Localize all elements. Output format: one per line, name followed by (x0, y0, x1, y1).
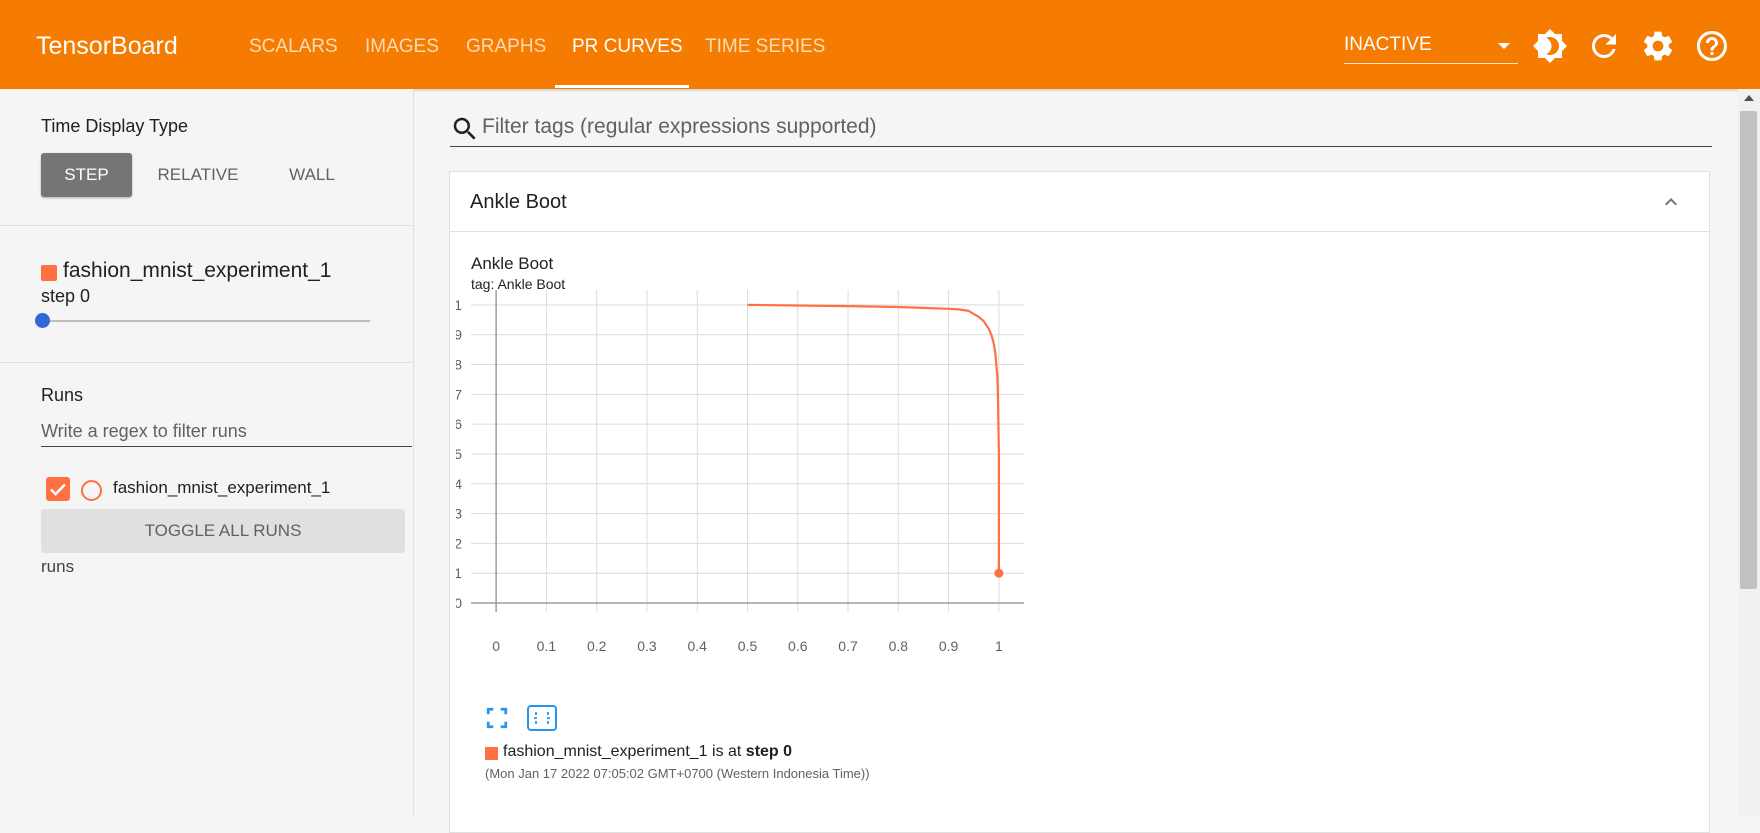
x-tick-label: 0.4 (687, 638, 707, 654)
card-title: Ankle Boot (470, 191, 567, 213)
inactive-plugin-select[interactable]: INACTIVE (1344, 30, 1518, 64)
run-checkbox[interactable] (46, 477, 70, 501)
tab-graphs[interactable]: GRAPHS (466, 0, 546, 89)
pr-curve-chart[interactable]: 0 0.1 0.2 0.3 0.4 0.5 0.6 0.7 0.8 0.9 1 0 0.1 0.2 0.3 0… (456, 290, 1156, 700)
tab-time-series[interactable]: TIME SERIES (705, 0, 825, 89)
scroll-thumb[interactable] (1740, 111, 1757, 589)
y-tick-label: 0.7 (456, 386, 462, 402)
legend-timestamp: (Mon Jan 17 2022 07:05:02 GMT+0700 (West… (485, 766, 870, 781)
run-label: fashion_mnist_experiment_1 (113, 478, 331, 497)
step-slider-track[interactable] (43, 320, 370, 322)
refresh-icon[interactable] (1586, 28, 1622, 64)
x-tick-label: 0.1 (537, 638, 557, 654)
settings-icon[interactable] (1640, 28, 1676, 64)
x-tick-label: 0.7 (838, 638, 858, 654)
x-tick-label: 0.5 (738, 638, 758, 654)
time-relative-button[interactable]: RELATIVE (150, 153, 246, 197)
legend-step: step 0 (745, 743, 793, 760)
step-slider-thumb[interactable] (35, 313, 50, 328)
app-title: TensorBoard (36, 32, 178, 60)
y-tick-label: 0.6 (456, 416, 462, 432)
run-color-swatch (41, 265, 57, 281)
x-tick-label: 0.3 (637, 638, 657, 654)
run-name-title: fashion_mnist_experiment_1 (63, 259, 332, 282)
sidebar: Time Display Type STEP RELATIVE WALL fas… (0, 89, 414, 817)
fullscreen-icon[interactable] (482, 703, 512, 733)
divider (0, 362, 413, 363)
time-wall-button[interactable]: WALL (270, 153, 354, 197)
current-step-point (994, 568, 1004, 578)
runs-caption: runs (41, 557, 75, 576)
chevron-up-icon[interactable] (1659, 190, 1683, 214)
x-tick-label: 0 (492, 638, 500, 654)
toggle-all-runs-button[interactable]: TOGGLE ALL RUNS (41, 509, 405, 553)
divider (0, 225, 413, 226)
y-tick-label: 0.4 (456, 476, 462, 492)
tab-scalars[interactable]: SCALARS (249, 0, 338, 89)
x-tick-label: 1 (995, 638, 1003, 654)
tab-images[interactable]: IMAGES (365, 0, 439, 89)
time-step-button[interactable]: STEP (41, 153, 132, 197)
y-tick-label: 0.1 (456, 565, 462, 581)
legend-swatch (485, 747, 498, 760)
chart-title: Ankle Boot (471, 254, 554, 273)
pr-curve-series-line (747, 303, 1000, 574)
legend-run-name: fashion_mnist_experiment_1 (503, 743, 708, 760)
x-tick-label: 0.2 (587, 638, 607, 654)
y-tick-label: 0.9 (456, 327, 462, 343)
tag-filter-input[interactable] (482, 112, 1702, 142)
scrollbar[interactable] (1738, 89, 1760, 817)
tag-filter (450, 110, 1712, 147)
legend-connector: is at (707, 743, 746, 760)
active-tab-indicator (555, 85, 689, 88)
runs-title: Runs (41, 385, 84, 405)
help-icon[interactable] (1694, 28, 1730, 64)
y-tick-label: 0.3 (456, 506, 462, 522)
checkmark-icon (50, 483, 66, 496)
y-tick-label: 0 (456, 595, 462, 611)
x-tick-label: 0.8 (889, 638, 909, 654)
run-filter-input[interactable] (41, 416, 412, 447)
scroll-up-arrow[interactable] (1744, 95, 1754, 101)
y-tick-label: 1 (456, 297, 462, 313)
tab-pr-curves[interactable]: PR CURVES (572, 0, 683, 89)
run-color-radio[interactable] (81, 480, 102, 501)
select-value: INACTIVE (1344, 34, 1432, 55)
x-tick-label: 0.6 (788, 638, 808, 654)
legend-entry: fashion_mnist_experiment_1 is at step 0 (503, 743, 792, 761)
chevron-down-icon (1498, 43, 1510, 49)
card-header[interactable]: Ankle Boot (450, 172, 1709, 232)
step-label: step 0 (41, 286, 91, 306)
top-app-bar: TensorBoard SCALARS IMAGES GRAPHS PR CUR… (0, 0, 1760, 89)
y-tick-label: 0.2 (456, 535, 462, 551)
y-tick-label: 0.8 (456, 357, 462, 373)
x-tick-label: 0.9 (939, 638, 959, 654)
time-display-title: Time Display Type (41, 116, 189, 136)
y-tick-label: 0.5 (456, 446, 462, 462)
search-icon (453, 117, 476, 140)
fit-domain-icon[interactable] (526, 703, 558, 733)
theme-toggle-icon[interactable] (1532, 28, 1568, 64)
